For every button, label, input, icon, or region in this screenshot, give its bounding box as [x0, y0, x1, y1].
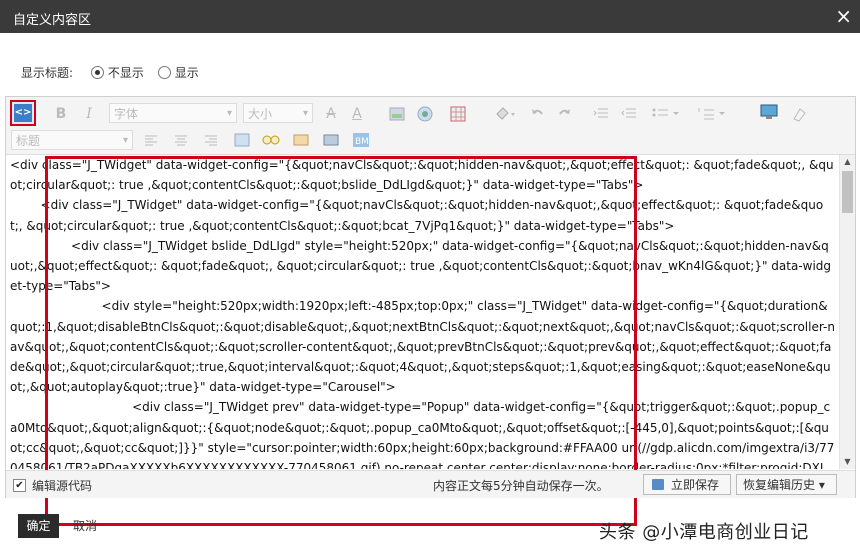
editor-statusbar: ✔ 编辑源代码 内容正文每5分钟自动保存一次。 立即保存 恢复编辑历史 ▾ — [6, 470, 855, 498]
table-icon[interactable] — [446, 103, 472, 125]
bold-button[interactable]: B — [50, 103, 72, 125]
italic-button[interactable]: I — [78, 103, 100, 125]
radio-selected-icon[interactable] — [90, 66, 104, 79]
editor-toolbar: <> B I 字体 大小 A A 标题 BM — [6, 97, 855, 155]
preview-icon[interactable] — [758, 101, 780, 123]
scroll-down-icon[interactable]: ▼ — [840, 455, 855, 469]
dialog-title: 自定义内容区 — [13, 13, 92, 28]
save-icon — [652, 479, 664, 490]
redo-icon[interactable] — [554, 103, 576, 125]
save-now-button[interactable]: 立即保存 — [643, 474, 731, 495]
radio-unselected-icon[interactable] — [157, 66, 171, 79]
display-title-row: 显示标题: 不显示 显示 — [21, 64, 209, 81]
close-icon[interactable]: × — [835, 4, 852, 28]
undo-icon[interactable] — [526, 103, 548, 125]
display-title-label: 显示标题: — [21, 66, 74, 80]
cancel-button[interactable]: 取消 — [73, 514, 97, 538]
dialog-titlebar: 自定义内容区 × — [0, 0, 860, 33]
bullet-list-icon[interactable] — [648, 103, 684, 125]
source-code-icon: <> — [14, 104, 32, 122]
font-size-select[interactable]: 大小 — [243, 103, 313, 124]
edit-source-checkbox[interactable]: ✔ — [13, 479, 26, 492]
rich-text-editor: <> B I 字体 大小 A A 标题 BM <div class="J_TWi… — [5, 96, 856, 526]
code-line: <div class="J_TWidget bslide_DdLIgd" sty… — [10, 238, 832, 294]
code-line: <div class="J_TWidget prev" data-widget-… — [10, 400, 835, 469]
media-icon[interactable] — [290, 129, 312, 151]
restore-history-button[interactable]: 恢复编辑历史 ▾ — [736, 474, 837, 495]
confirm-button[interactable]: 确定 — [18, 514, 59, 538]
indent-icon[interactable] — [590, 103, 612, 125]
strikethrough-button[interactable]: A — [320, 103, 342, 125]
radio-show-title-label: 显示 — [174, 66, 199, 80]
align-right-icon[interactable] — [200, 129, 222, 151]
source-code-button[interactable]: <> — [10, 100, 36, 126]
align-center-icon[interactable] — [170, 129, 192, 151]
outdent-icon[interactable] — [618, 103, 640, 125]
clear-format-icon[interactable] — [788, 103, 810, 125]
autosave-text: 内容正文每5分钟自动保存一次。 — [433, 479, 609, 493]
code-scrollbar[interactable]: ▲ ▼ — [839, 155, 855, 469]
code-line: <div class="J_TWidget" data-widget-confi… — [10, 198, 824, 233]
align-left-icon[interactable] — [140, 129, 162, 151]
numbered-list-icon[interactable] — [694, 103, 730, 125]
code-line: <div style="height:520px;width:1920px;le… — [10, 299, 835, 395]
underline-button[interactable]: A — [346, 103, 368, 125]
image-icon[interactable] — [386, 103, 408, 125]
scroll-thumb[interactable] — [842, 171, 853, 213]
code-line: <div class="J_TWidget" data-widget-confi… — [10, 158, 834, 193]
chevron-down-icon: ▾ — [818, 478, 825, 492]
font-family-select[interactable]: 字体 — [109, 103, 237, 124]
scroll-up-icon[interactable]: ▲ — [840, 155, 855, 169]
radio-hide-title[interactable]: 不显示 — [90, 64, 144, 81]
bm-icon[interactable]: BM — [350, 129, 372, 151]
table-insert-icon[interactable] — [231, 129, 253, 151]
svg-text:BM: BM — [355, 137, 369, 147]
color-picker-icon[interactable] — [490, 103, 520, 125]
radio-hide-title-label: 不显示 — [107, 66, 144, 80]
heading-select[interactable]: 标题 — [11, 130, 133, 151]
restore-history-label: 恢复编辑历史 — [743, 478, 816, 492]
flash-icon[interactable] — [414, 103, 436, 125]
edit-source-label: 编辑源代码 — [32, 479, 93, 493]
watermark: 头条 @小潭电商创业日记 — [599, 522, 809, 543]
glasses-icon[interactable] — [260, 129, 282, 151]
radio-show-title[interactable]: 显示 — [157, 64, 199, 81]
save-now-label: 立即保存 — [671, 478, 720, 492]
source-code-area[interactable]: <div class="J_TWidget" data-widget-confi… — [6, 155, 839, 469]
map-icon[interactable] — [320, 129, 342, 151]
